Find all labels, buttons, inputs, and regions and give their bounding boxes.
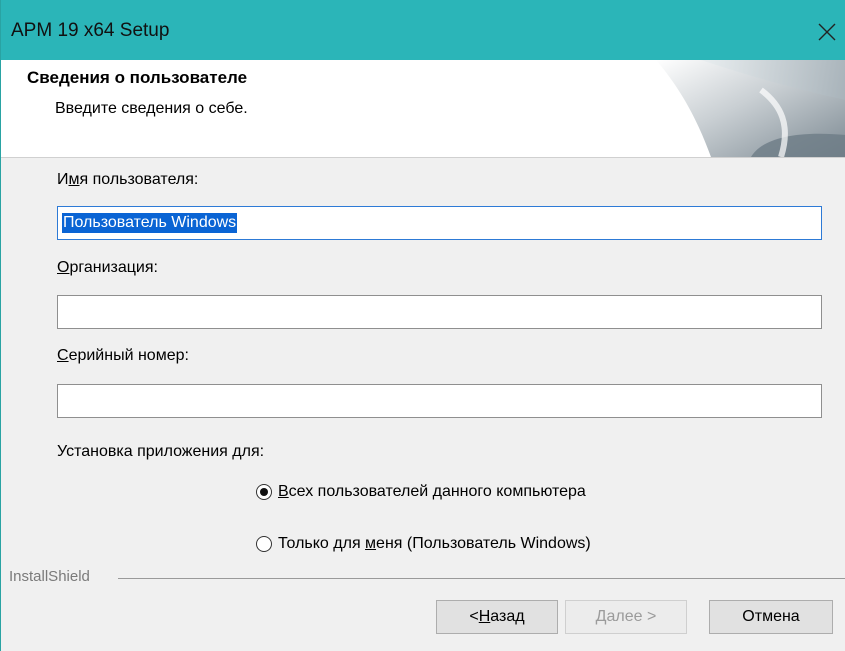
- radio-only-me[interactable]: Только для меня (Пользователь Windows): [256, 535, 591, 553]
- serial-field[interactable]: [57, 384, 822, 418]
- radio-selected-icon[interactable]: [256, 484, 272, 500]
- organization-label: Организация:: [57, 259, 158, 276]
- radio-all-users[interactable]: Всех пользователей данного компьютера: [256, 483, 586, 501]
- installshield-graphic: [656, 60, 845, 157]
- setup-window: APM 19 x64 Setup Сведения о пользователе…: [0, 0, 845, 651]
- next-button[interactable]: Далее >: [565, 600, 687, 634]
- organization-field[interactable]: [57, 295, 822, 329]
- page-subtitle: Введите сведения о себе.: [55, 100, 248, 117]
- serial-label: Серийный номер:: [57, 347, 189, 364]
- username-label: Имя пользователя:: [57, 171, 199, 188]
- close-icon: [818, 23, 836, 41]
- radio-unselected-icon[interactable]: [256, 536, 272, 552]
- window-title: APM 19 x64 Setup: [11, 20, 170, 41]
- title-bar[interactable]: APM 19 x64 Setup: [1, 0, 845, 60]
- close-button[interactable]: [808, 10, 845, 54]
- radio-only-me-label: Только для меня (Пользователь Windows): [278, 535, 591, 552]
- cancel-button[interactable]: Отмена: [709, 600, 833, 634]
- username-field[interactable]: Пользователь Windows: [57, 206, 822, 240]
- install-for-label: Установка приложения для:: [57, 443, 265, 460]
- back-button[interactable]: < Назад: [436, 600, 558, 634]
- page-title: Сведения о пользователе: [27, 68, 248, 87]
- username-value: Пользователь Windows: [62, 213, 238, 233]
- footer-divider: [118, 578, 845, 579]
- page-header: Сведения о пользователе Введите сведения…: [1, 60, 845, 158]
- installshield-brand: InstallShield: [9, 568, 90, 585]
- radio-all-users-label: Всех пользователей данного компьютера: [278, 483, 586, 500]
